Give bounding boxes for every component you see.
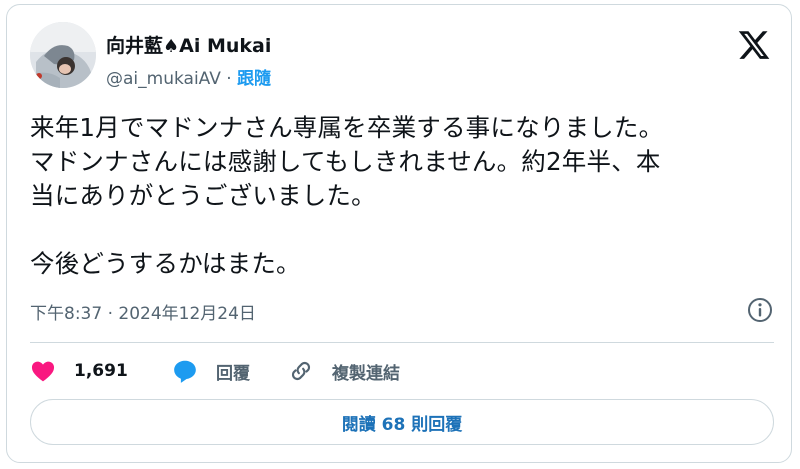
author-name-suffix: Ai Mukai [179,35,272,57]
author-name[interactable]: 向井藍♠Ai Mukai [106,31,271,58]
read-replies-label: 閱讀 68 則回覆 [341,414,463,435]
spade-symbol: ♠ [163,36,180,57]
info-icon[interactable] [745,295,775,325]
read-replies-button[interactable]: 閱讀 68 則回覆 [30,399,774,445]
handle-separator: · [226,69,232,89]
author-handle[interactable]: @ai_mukaiAV [106,69,221,89]
reply-bubble-icon [172,358,198,384]
copy-link-label: 複製連結 [332,363,400,384]
avatar[interactable] [30,22,96,88]
author-name-prefix: 向井藍 [106,35,164,57]
tweet-timestamp[interactable]: 下午8:37 · 2024年12月24日 [30,299,256,324]
divider [30,342,774,343]
like-button[interactable]: 1,691 [30,356,128,386]
copy-link-button[interactable]: 複製連結 [288,356,400,386]
handle-row: @ai_mukaiAV · 跟隨 [106,64,271,89]
x-logo-icon[interactable] [737,28,771,62]
reply-button[interactable]: 回覆 [172,356,250,386]
reply-label: 回覆 [216,363,250,384]
like-count: 1,691 [74,361,128,381]
avatar-photo [30,22,96,88]
tweet-text: 来年1月でマドンナさん専属を卒業する事になりました。 マドンナさんには感謝しても… [30,113,664,278]
tweet-card: 向井藍♠Ai Mukai @ai_mukaiAV · 跟隨 来年1月でマドンナさ… [6,4,792,463]
link-icon [288,358,314,384]
follow-button[interactable]: 跟隨 [237,69,271,89]
heart-icon [30,358,56,384]
